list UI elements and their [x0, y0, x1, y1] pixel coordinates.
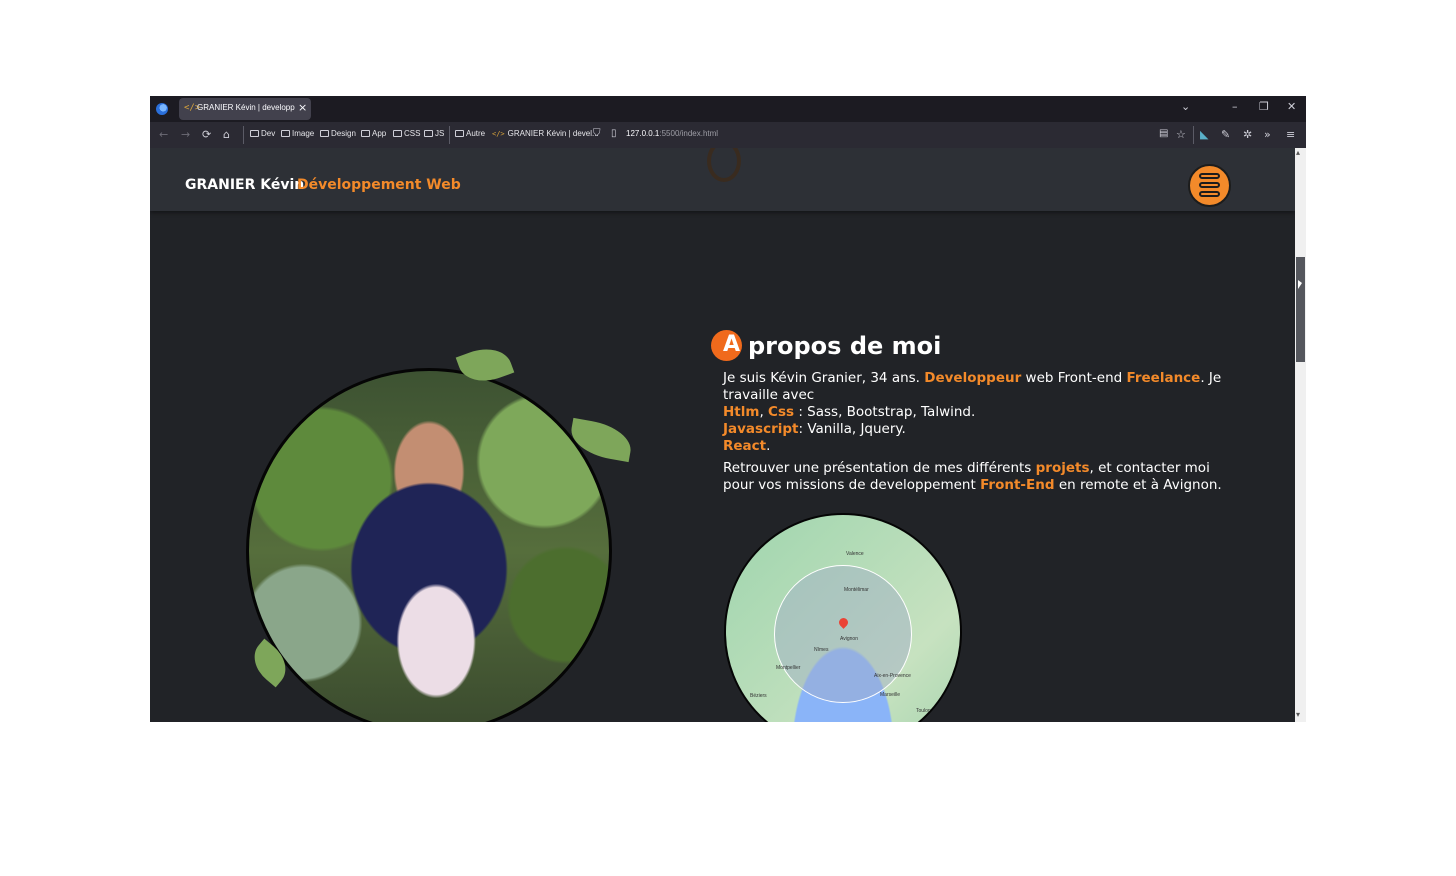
close-window-button[interactable]: ✕ — [1287, 100, 1296, 113]
folder-icon — [320, 130, 329, 137]
mouse-cursor-icon — [1298, 280, 1302, 289]
star-icon[interactable]: ☆ — [1176, 128, 1186, 141]
extension-icon[interactable]: ◣ — [1200, 128, 1208, 141]
map-label: Aix-en-Provence — [874, 673, 911, 679]
hamburger-menu-button[interactable] — [1188, 164, 1231, 207]
eyedropper-icon[interactable]: ✎ — [1221, 128, 1230, 141]
page-icon: ▯ — [611, 128, 617, 139]
bookmark-design[interactable]: Design — [320, 129, 356, 141]
settings-icon[interactable]: ✲ — [1243, 128, 1252, 141]
map-label: Béziers — [750, 693, 767, 699]
firefox-icon — [156, 103, 168, 115]
restore-button[interactable]: ❐ — [1259, 100, 1269, 113]
map-label: Montpellier — [776, 665, 801, 671]
navigation-toolbar: ← → ⟳ ⌂ Dev Image Design App CSS JS Autr… — [150, 122, 1306, 148]
shield-icon[interactable]: ⛉ — [593, 128, 601, 139]
bookmark-granier[interactable]: </> GRANIER Kévin | devel... — [492, 129, 599, 141]
browser-window: </> GRANIER Kévin | developpeur w × ⌄ – … — [150, 96, 1306, 722]
scroll-up-icon[interactable]: ▴ — [1296, 148, 1300, 157]
folder-icon — [250, 130, 259, 137]
scroll-down-icon[interactable]: ▾ — [1296, 710, 1300, 719]
page-content: GRANIER Kévin Développement Web A propos… — [150, 148, 1295, 722]
map-radius-circle — [774, 565, 912, 703]
folder-icon — [424, 130, 433, 137]
site-header: GRANIER Kévin Développement Web — [150, 148, 1295, 211]
bookmark-image[interactable]: Image — [281, 129, 314, 141]
location-map: Valence Montélimar Avignon Nîmes Montpel… — [724, 513, 962, 722]
reader-icon[interactable]: ▤ — [1159, 128, 1168, 139]
tab-bar: </> GRANIER Kévin | developpeur w × ⌄ – … — [150, 96, 1306, 122]
bookmark-js[interactable]: JS — [424, 129, 444, 141]
menu-icon[interactable]: ≡ — [1286, 128, 1295, 141]
menu-bar-icon — [1199, 182, 1220, 188]
bookmark-separator — [449, 126, 450, 144]
map-label: Nîmes — [814, 647, 829, 653]
reload-button[interactable]: ⟳ — [202, 128, 211, 141]
menu-bar-icon — [1199, 173, 1220, 179]
decorative-ring — [707, 148, 741, 182]
bookmark-css[interactable]: CSS — [393, 129, 420, 141]
page-scrollbar[interactable]: ▴ ▾ — [1295, 148, 1306, 722]
map-label: Marseille — [880, 692, 901, 698]
site-owner-role[interactable]: Développement Web — [297, 177, 461, 193]
profile-photo — [246, 368, 612, 722]
back-button[interactable]: ← — [159, 128, 168, 141]
tab-active[interactable]: </> GRANIER Kévin | developpeur w × — [179, 98, 311, 120]
site-owner-name[interactable]: GRANIER Kévin — [185, 177, 304, 193]
list-tabs-icon[interactable]: ⌄ — [1181, 100, 1190, 113]
bookmark-dev[interactable]: Dev — [250, 129, 275, 141]
folder-icon — [281, 130, 290, 137]
toolbar-separator — [1193, 126, 1194, 144]
overflow-icon[interactable]: » — [1264, 128, 1271, 141]
toolbar-separator — [243, 126, 244, 144]
bookmark-app[interactable]: App — [361, 129, 386, 141]
intro-paragraph: Je suis Kévin Granier, 34 ans. Developpe… — [723, 370, 1222, 454]
menu-bar-icon — [1199, 191, 1220, 197]
url-bar[interactable]: 127.0.0.1:5500/index.html — [626, 129, 718, 138]
tab-title: GRANIER Kévin | developpeur w — [197, 103, 295, 112]
scrollbar-thumb[interactable] — [1296, 257, 1305, 362]
about-heading-badge: A — [711, 330, 742, 361]
code-icon: </> — [492, 130, 505, 138]
folder-icon — [393, 130, 402, 137]
contact-paragraph: Retrouver une présentation de mes différ… — [723, 460, 1222, 493]
bookmark-autre[interactable]: Autre — [455, 129, 485, 141]
folder-icon — [361, 130, 370, 137]
minimize-button[interactable]: – — [1232, 100, 1238, 113]
home-button[interactable]: ⌂ — [223, 128, 230, 141]
forward-button[interactable]: → — [181, 128, 190, 141]
about-description: Je suis Kévin Granier, 34 ans. Developpe… — [723, 370, 1243, 499]
map-label: Toulon — [916, 708, 931, 714]
map-label: Montélimar — [844, 587, 869, 593]
tab-close-icon[interactable]: × — [298, 101, 307, 114]
about-heading-text: propos de moi — [748, 332, 942, 360]
map-label: Valence — [846, 551, 864, 557]
map-label: Avignon — [840, 636, 858, 642]
folder-icon — [455, 130, 464, 137]
